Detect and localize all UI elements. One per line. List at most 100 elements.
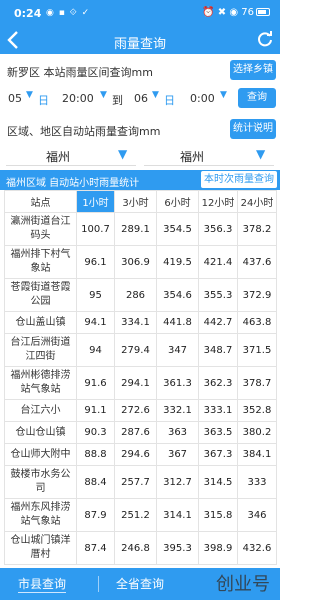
region-section-label: 区域、地区自动站雨量查询mm — [7, 125, 161, 138]
tab-city-query[interactable]: 市县查询 — [18, 575, 67, 593]
station-query-label: 新罗区 本站雨量区间查询mm — [7, 66, 153, 79]
rainfall-value-cell: 90.3 — [76, 421, 115, 444]
date-range-row: 05 ▼ 日 20:00 ▼ 到 06 ▼ 日 0:00 ▼ 查询 — [0, 88, 280, 110]
rainfall-value-cell: 314.5 — [198, 465, 238, 499]
end-time-dropdown-icon[interactable]: ▼ — [220, 90, 227, 100]
station-name-cell: 福州排下村气象站 — [4, 245, 77, 279]
start-time-dropdown-icon[interactable]: ▼ — [100, 90, 107, 100]
rainfall-value-cell: 87.9 — [76, 498, 115, 532]
rainfall-value-cell: 384.1 — [237, 443, 277, 466]
stats-header-bar: 福州区域 自动站小时雨量统计 本时次雨量查询 — [0, 170, 280, 190]
station-query-row: 新罗区 本站雨量区间查询mm 选择乡镇 — [0, 58, 280, 82]
table-row[interactable]: 福州东风排涝站气象站 87.9 251.2 314.1 315.8 346 — [4, 498, 277, 532]
station-name-cell: 仓山城门镇洋厝村 — [4, 531, 77, 565]
rainfall-value-cell: 398.9 — [198, 531, 238, 565]
end-day-unit: 日 — [164, 94, 175, 107]
start-day-unit: 日 — [38, 94, 49, 107]
table-header-row: 站点 1小时 3小时 6小时 12小时 24小时 — [4, 190, 277, 213]
rainfall-value-cell: 356.3 — [198, 212, 238, 246]
table-row[interactable]: 苍霞街道苍霞公园 95 286 354.6 355.3 372.9 — [4, 278, 277, 312]
column-header-12h[interactable]: 12小时 — [198, 190, 238, 213]
chevron-down-icon: ▼ — [256, 147, 266, 161]
end-day-dropdown-icon[interactable]: ▼ — [152, 90, 159, 100]
stats-header-title: 福州区域 自动站小时雨量统计 — [6, 178, 140, 189]
rainfall-value-cell: 441.8 — [156, 311, 199, 334]
page-title: 雨量查询 — [113, 37, 166, 52]
rainfall-value-cell: 421.4 — [198, 245, 238, 279]
battery-icon — [256, 8, 270, 16]
table-row[interactable]: 仓山城门镇洋厝村 87.4 246.8 395.3 398.9 432.6 — [4, 531, 277, 565]
rainfall-value-cell: 354.5 — [156, 212, 199, 246]
start-day-select[interactable]: 05 — [8, 92, 22, 105]
rainfall-value-cell: 287.6 — [114, 421, 157, 444]
table-row[interactable]: 仓山仓山镇 90.3 287.6 363 363.5 380.2 — [4, 421, 277, 444]
tab-province-query[interactable]: 全省查询 — [116, 575, 164, 592]
table-row[interactable]: 福州排下村气象站 96.1 306.9 419.5 421.4 437.6 — [4, 245, 277, 279]
rainfall-value-cell: 251.2 — [114, 498, 157, 532]
table-row[interactable]: 瀛洲街道台江码头 100.7 289.1 354.5 356.3 378.2 — [4, 212, 277, 246]
start-time-select[interactable]: 20:00 — [62, 92, 94, 105]
rainfall-value-cell: 442.7 — [198, 311, 238, 334]
rainfall-value-cell: 91.6 — [76, 366, 115, 400]
station-name-cell: 仓山师大附中 — [4, 443, 77, 466]
region-dropdown-row: 福州 ▼ 福州 ▼ — [0, 144, 280, 168]
column-header-3h[interactable]: 3小时 — [114, 190, 157, 213]
rainfall-value-cell: 419.5 — [156, 245, 199, 279]
rainfall-value-cell: 94.1 — [76, 311, 115, 334]
rainfall-value-cell: 352.8 — [237, 399, 277, 422]
chevron-down-icon: ▼ — [118, 147, 128, 161]
select-town-button[interactable]: 选择乡镇 — [230, 60, 276, 80]
region-dropdown-left-value: 福州 — [46, 150, 71, 164]
rainfall-value-cell: 437.6 — [237, 245, 277, 279]
table-row[interactable]: 福州彬德排涝站气象站 91.6 294.1 361.3 362.3 378.7 — [4, 366, 277, 400]
refresh-icon[interactable] — [256, 30, 274, 52]
rainfall-value-cell: 361.3 — [156, 366, 199, 400]
query-button[interactable]: 查询 — [238, 88, 276, 108]
rainfall-value-cell: 432.6 — [237, 531, 277, 565]
rainfall-value-cell: 286 — [114, 278, 157, 312]
rainfall-value-cell: 347 — [156, 333, 199, 367]
station-name-cell: 瀛洲街道台江码头 — [4, 212, 77, 246]
end-time-select[interactable]: 0:00 — [190, 92, 215, 105]
column-header-24h[interactable]: 24小时 — [237, 190, 277, 213]
rainfall-value-cell: 395.3 — [156, 531, 199, 565]
rainfall-value-cell: 348.7 — [198, 333, 238, 367]
rainfall-value-cell: 94 — [76, 333, 115, 367]
rainfall-value-cell: 88.4 — [76, 465, 115, 499]
start-day-dropdown-icon[interactable]: ▼ — [26, 90, 33, 100]
rainfall-table: 站点 1小时 3小时 6小时 12小时 24小时 瀛洲街道台江码头 100.7 28… — [4, 190, 277, 565]
rainfall-value-cell: 363 — [156, 421, 199, 444]
station-name-cell: 苍霞街道苍霞公园 — [4, 278, 77, 312]
column-header-1h[interactable]: 1小时 — [76, 190, 115, 213]
table-row[interactable]: 台江六小 91.1 272.6 332.1 333.1 352.8 — [4, 399, 277, 422]
rainfall-value-cell: 91.1 — [76, 399, 115, 422]
rainfall-value-cell: 463.8 — [237, 311, 277, 334]
region-section-row: 区域、地区自动站雨量查询mm 统计说明 — [0, 118, 280, 140]
region-dropdown-right[interactable]: 福州 ▼ — [144, 144, 274, 166]
table-row[interactable]: 仓山盖山镇 94.1 334.1 441.8 442.7 463.8 — [4, 311, 277, 334]
title-bar: 雨量查询 — [0, 28, 280, 54]
table-row[interactable]: 台江后洲街道江四街 94 279.4 347 348.7 371.5 — [4, 333, 277, 367]
end-day-select[interactable]: 06 — [134, 92, 148, 105]
rainfall-value-cell: 371.5 — [237, 333, 277, 367]
range-separator: 到 — [112, 94, 123, 107]
column-header-6h[interactable]: 6小时 — [156, 190, 199, 213]
station-name-cell: 台江六小 — [4, 399, 77, 422]
rainfall-value-cell: 272.6 — [114, 399, 157, 422]
table-row[interactable]: 仓山师大附中 88.8 294.6 367 367.3 384.1 — [4, 443, 277, 466]
stats-help-button[interactable]: 统计说明 — [230, 119, 276, 139]
current-rain-query-button[interactable]: 本时次雨量查询 — [201, 171, 277, 188]
rainfall-value-cell: 355.3 — [198, 278, 238, 312]
station-name-cell: 仓山仓山镇 — [4, 421, 77, 444]
station-name-cell: 鼓楼市水务公司 — [4, 465, 77, 499]
rainfall-value-cell: 333.1 — [198, 399, 238, 422]
rainfall-value-cell: 306.9 — [114, 245, 157, 279]
status-time: 0:24 — [14, 7, 42, 20]
region-dropdown-left[interactable]: 福州 ▼ — [6, 144, 136, 166]
rainfall-value-cell: 378.7 — [237, 366, 277, 400]
rainfall-value-cell: 87.4 — [76, 531, 115, 565]
rainfall-value-cell: 346 — [237, 498, 277, 532]
watermark: 创业号 — [216, 574, 270, 595]
rainfall-value-cell: 314.1 — [156, 498, 199, 532]
table-row[interactable]: 鼓楼市水务公司 88.4 257.7 312.7 314.5 333 — [4, 465, 277, 499]
